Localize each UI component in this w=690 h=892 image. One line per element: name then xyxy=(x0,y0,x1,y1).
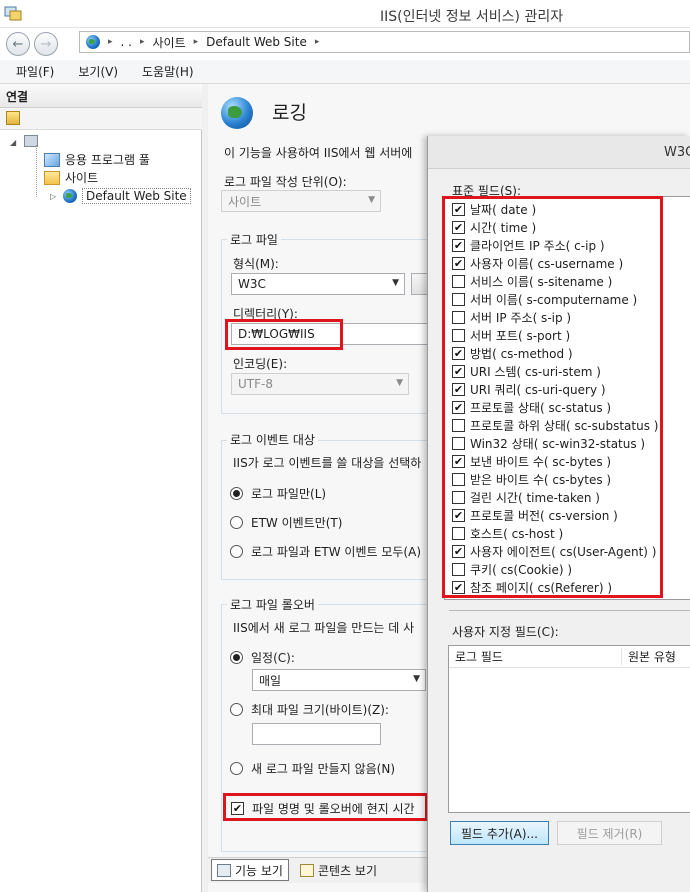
rollover-description: IIS에서 새 로그 파일을 만드는 데 사 xyxy=(233,621,415,635)
arrow-right-icon: → xyxy=(40,36,52,52)
radio-indicator xyxy=(230,651,243,664)
radio-indicator xyxy=(230,703,243,716)
tree-item-default-web-site[interactable]: ▷ Default Web Site xyxy=(50,188,191,204)
format-value: W3C xyxy=(238,277,266,291)
iis-manager-icon xyxy=(4,5,22,21)
menu-bar: 파일(F) 보기(V) 도움말(H) xyxy=(0,60,690,84)
radio-indicator xyxy=(230,762,243,775)
title-bar xyxy=(0,0,690,28)
highlight-box xyxy=(225,319,343,350)
schedule-select[interactable]: 매일 ▼ xyxy=(252,669,426,691)
collapse-icon[interactable]: ◢ xyxy=(10,138,16,147)
dialog-title-bar xyxy=(428,136,690,169)
radio-max-size[interactable]: 최대 파일 크기(바이트)(Z): xyxy=(230,701,389,718)
tree-item-label: 응용 프로그램 풀 xyxy=(65,153,150,167)
max-size-input[interactable] xyxy=(252,723,381,745)
app-pool-icon xyxy=(44,152,60,167)
radio-label: 최대 파일 크기(바이트)(Z): xyxy=(251,703,389,717)
globe-icon xyxy=(221,97,253,129)
radio-etw-only[interactable]: ETW 이벤트만(T) xyxy=(230,514,342,531)
menu-help[interactable]: 도움말(H) xyxy=(134,63,202,80)
menu-file[interactable]: 파일(F) xyxy=(8,63,62,80)
custom-fields-label: 사용자 지정 필드(C): xyxy=(452,625,559,639)
expand-icon[interactable]: ▷ xyxy=(50,192,58,201)
radio-log-file-only[interactable]: 로그 파일만(L) xyxy=(230,485,326,502)
radio-indicator xyxy=(230,487,243,500)
radio-label: 새 로그 파일 만들지 않음(N) xyxy=(251,762,395,776)
globe-icon xyxy=(86,35,100,49)
format-label: 형식(M): xyxy=(233,257,279,271)
highlight-box xyxy=(442,196,663,598)
content-view-icon xyxy=(300,863,314,877)
radio-indicator xyxy=(230,545,243,558)
tab-label: 기능 보기 xyxy=(235,863,283,878)
tree-line xyxy=(36,145,37,197)
tree-item-label: 사이트 xyxy=(65,171,99,185)
encoding-value: UTF-8 xyxy=(238,377,273,391)
forward-button[interactable]: → xyxy=(34,32,58,56)
chevron-down-icon: ▼ xyxy=(392,278,399,288)
features-view-icon xyxy=(217,863,231,877)
chevron-right-icon: ▸ xyxy=(108,37,113,47)
encoding-select[interactable]: UTF-8 ▼ xyxy=(231,373,409,395)
connections-panel xyxy=(0,84,202,892)
schedule-value: 매일 xyxy=(259,673,282,688)
page-title: 로깅 xyxy=(272,102,307,124)
folder-icon xyxy=(44,170,60,185)
add-field-button[interactable]: 필드 추가(A)... xyxy=(450,821,549,845)
radio-label: ETW 이벤트만(T) xyxy=(251,516,343,530)
address-bar[interactable]: ▸ . . ▸ 사이트 ▸ Default Web Site ▸ xyxy=(79,31,690,53)
chevron-down-icon: ▼ xyxy=(368,195,375,205)
tree-item-label: Default Web Site xyxy=(82,188,191,204)
connections-header: 연결 xyxy=(0,84,202,108)
encoding-label: 인코딩(E): xyxy=(233,357,288,371)
format-select[interactable]: W3C ▼ xyxy=(231,273,405,295)
connect-icon[interactable] xyxy=(6,111,20,125)
logfile-group-title: 로그 파일 xyxy=(227,231,281,248)
radio-both[interactable]: 로그 파일과 ETW 이벤트 모두(A) xyxy=(230,543,421,560)
custom-fields-table[interactable] xyxy=(448,645,690,813)
chevron-right-icon: ▸ xyxy=(193,37,199,47)
tree-item-app-pools[interactable]: 응용 프로그램 풀 xyxy=(44,151,150,168)
event-group-title: 로그 이벤트 대상 xyxy=(227,431,318,448)
dialog-title: W3C xyxy=(664,145,690,160)
tab-content-view[interactable]: 콘텐츠 보기 xyxy=(295,859,382,881)
log-unit-select[interactable]: 사이트 ▼ xyxy=(221,190,381,212)
remove-field-button[interactable]: 필드 제거(R) xyxy=(557,821,662,845)
tab-features-view[interactable]: 기능 보기 xyxy=(211,859,289,881)
event-description: IIS가 로그 이벤트를 쓸 대상을 선택하 xyxy=(233,456,422,470)
chevron-down-icon: ▼ xyxy=(396,378,403,388)
tab-label: 콘텐츠 보기 xyxy=(318,863,378,878)
connections-toolbar xyxy=(0,108,202,130)
menu-view[interactable]: 보기(V) xyxy=(70,63,126,80)
breadcrumb-sites[interactable]: 사이트 xyxy=(153,34,186,51)
radio-indicator xyxy=(230,516,243,529)
divider xyxy=(449,610,690,611)
breadcrumb-default-web-site[interactable]: Default Web Site xyxy=(206,35,307,49)
highlight-box xyxy=(223,793,428,821)
globe-icon xyxy=(63,189,77,203)
chevron-right-icon: ▸ xyxy=(139,37,145,47)
column-header[interactable]: 원본 유형 xyxy=(622,648,676,665)
radio-label: 일정(C): xyxy=(251,651,295,665)
rollover-group-title: 로그 파일 롤오버 xyxy=(227,596,318,613)
page-description: 이 기능을 사용하여 IIS에서 웹 서버에 xyxy=(224,146,413,160)
chevron-right-icon: ▸ xyxy=(314,37,320,47)
back-button[interactable]: ← xyxy=(6,32,30,56)
log-unit-value: 사이트 xyxy=(228,194,262,209)
radio-no-new-file[interactable]: 새 로그 파일 만들지 않음(N) xyxy=(230,760,395,777)
custom-fields-header: 로그 필드 원본 유형 xyxy=(449,646,690,668)
window-title: IIS(인터넷 정보 서비스) 관리자 xyxy=(380,9,564,25)
column-header[interactable]: 로그 필드 xyxy=(449,648,622,665)
radio-label: 로그 파일과 ETW 이벤트 모두(A) xyxy=(251,545,422,559)
arrow-left-icon: ← xyxy=(12,36,24,52)
tree-item-sites[interactable]: 사이트 xyxy=(44,169,98,186)
log-unit-label: 로그 파일 작성 단위(O): xyxy=(224,175,347,189)
radio-label: 로그 파일만(L) xyxy=(251,487,327,501)
chevron-down-icon: ▼ xyxy=(413,674,420,684)
radio-schedule[interactable]: 일정(C): xyxy=(230,649,295,666)
breadcrumb-root[interactable]: . . xyxy=(121,35,132,49)
